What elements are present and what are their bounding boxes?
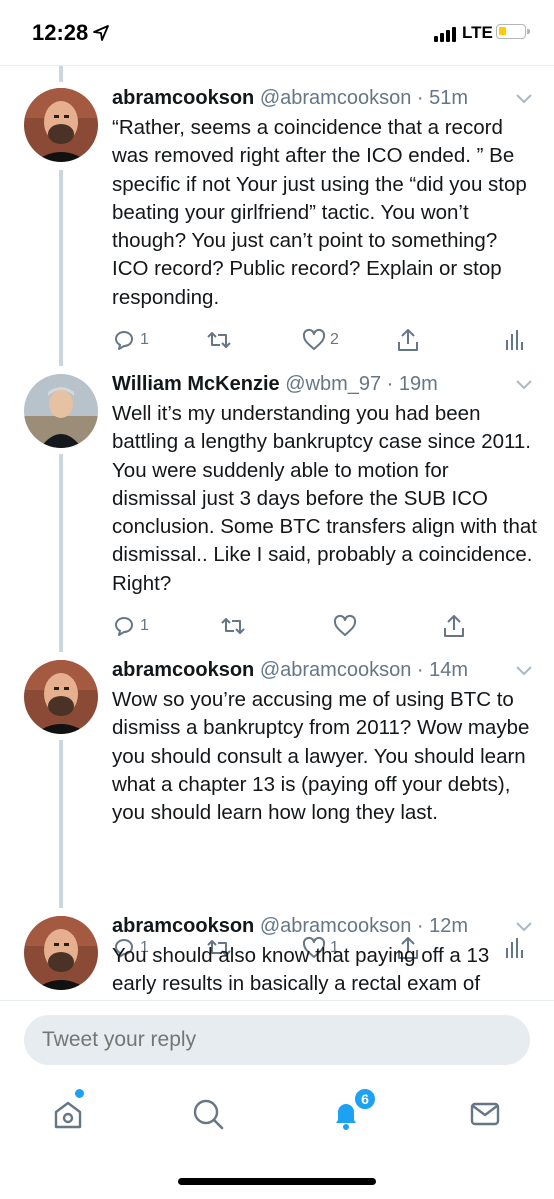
avatar[interactable]: [24, 916, 98, 990]
like-button[interactable]: 2: [302, 326, 339, 354]
retweet-button[interactable]: [206, 326, 236, 354]
tweet-actions: 1: [112, 612, 532, 640]
new-content-dot: [75, 1089, 84, 1098]
retweet-icon: [221, 618, 245, 634]
display-name[interactable]: abramcookson: [112, 915, 254, 937]
home-indicator: [178, 1178, 376, 1185]
thread-connector: [59, 170, 63, 366]
chevron-down-icon[interactable]: [514, 664, 534, 678]
tweet-text: Wow so you’re accusing me of using BTC t…: [112, 688, 530, 825]
avatar[interactable]: [24, 374, 98, 448]
chevron-down-icon[interactable]: [514, 378, 534, 392]
status-bar: 12:28 LTE: [0, 0, 554, 66]
chevron-down-icon[interactable]: [514, 92, 534, 106]
tweet-text: You should also know that paying off a 1…: [112, 944, 490, 996]
tweet-header: William McKenzie @wbm_97 · 19m: [112, 373, 438, 395]
timestamp: 19m: [398, 373, 438, 395]
tweet-header: abramcookson @abramcookson · 14m: [112, 659, 468, 681]
display-name[interactable]: abramcookson: [112, 87, 254, 109]
reply-input[interactable]: [24, 1015, 530, 1065]
retweet-button[interactable]: [220, 612, 250, 640]
handle[interactable]: @wbm_97: [285, 373, 381, 395]
reply-button[interactable]: 1: [112, 326, 149, 354]
battery-icon: [496, 24, 530, 39]
chevron-down-icon[interactable]: [514, 920, 534, 934]
display-name[interactable]: William McKenzie: [112, 373, 280, 395]
share-icon: [398, 329, 418, 351]
tweet-header: abramcookson @abramcookson · 51m: [112, 87, 468, 109]
reply-bar: [0, 1000, 554, 1080]
reply-count: 1: [140, 617, 149, 634]
reply-icon: [115, 331, 133, 350]
tweet-text: “Rather, seems a coincidence that a reco…: [112, 116, 527, 309]
location-arrow-icon: [93, 25, 109, 41]
share-icon: [444, 615, 464, 637]
thread-connector: [59, 454, 63, 652]
timestamp: 14m: [429, 659, 468, 681]
thread-connector: [59, 66, 63, 82]
share-button[interactable]: [396, 326, 420, 354]
display-name[interactable]: abramcookson: [112, 659, 254, 681]
retweet-icon: [207, 332, 231, 348]
handle[interactable]: @abramcookson: [260, 87, 411, 109]
tweet-text: Well it’s my understanding you had been …: [112, 402, 537, 595]
like-count: 2: [330, 331, 339, 348]
handle[interactable]: @abramcookson: [260, 659, 411, 681]
analytics-button[interactable]: [504, 326, 524, 354]
handle[interactable]: @abramcookson: [260, 915, 411, 937]
network-type: LTE: [462, 23, 493, 42]
tweet-header: abramcookson @abramcookson · 12m: [112, 915, 468, 937]
avatar[interactable]: [24, 88, 98, 162]
timestamp: 51m: [429, 87, 468, 109]
status-time: 12:28: [32, 20, 89, 45]
reply-button[interactable]: 1: [112, 612, 149, 640]
heart-icon: [302, 328, 326, 350]
reply-count: 1: [140, 331, 149, 348]
tweet-actions: 1 2: [112, 326, 532, 354]
avatar[interactable]: [24, 660, 98, 734]
home-icon[interactable]: [48, 1094, 88, 1134]
analytics-icon: [506, 330, 523, 350]
thread-connector: [59, 740, 63, 908]
conversation-thread[interactable]: abramcookson @abramcookson · 51m “Rather…: [0, 66, 554, 1000]
timestamp: 12m: [429, 915, 468, 937]
like-button[interactable]: [333, 612, 361, 640]
notification-badge: 6: [353, 1087, 377, 1111]
heart-icon: [333, 614, 357, 636]
share-button[interactable]: [442, 612, 466, 640]
search-icon[interactable]: [188, 1094, 228, 1134]
messages-icon[interactable]: [465, 1094, 505, 1134]
signal-icon: [434, 26, 456, 42]
reply-icon: [115, 617, 133, 636]
